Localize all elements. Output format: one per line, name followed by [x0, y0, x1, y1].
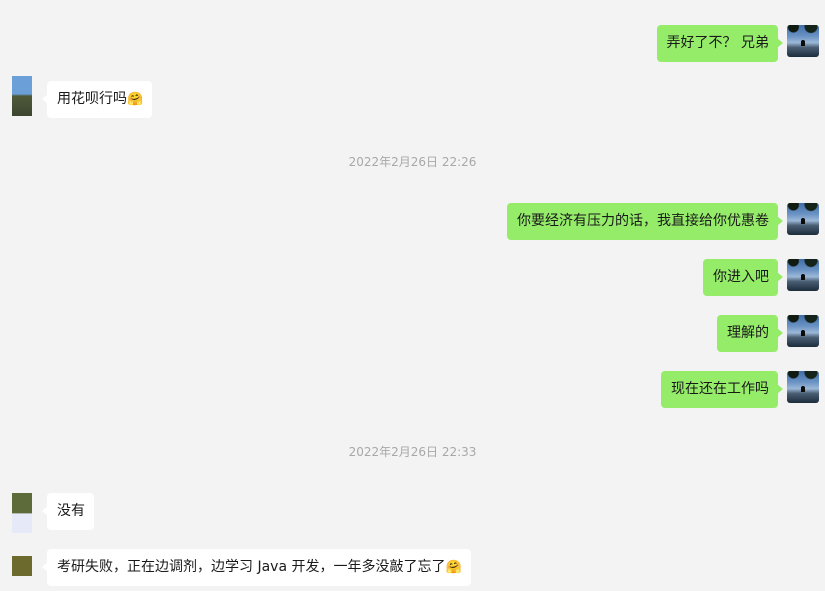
- contact-avatar[interactable]: [12, 556, 32, 576]
- message-row: 现在还在工作吗: [0, 371, 825, 408]
- message-text: 用花呗行吗: [57, 91, 127, 107]
- message-row: 你进入吧: [0, 259, 825, 296]
- facepalm-emoji-icon: 🤗: [445, 560, 462, 575]
- my-avatar[interactable]: [787, 259, 819, 291]
- facepalm-emoji-icon: 🤗: [127, 92, 144, 107]
- received-message-bubble[interactable]: 考研失败，正在边调剂，边学习 Java 开发，一年多没敲了忘了🤗: [42, 549, 471, 586]
- message-row: 用花呗行吗🤗: [0, 76, 825, 118]
- sent-message-bubble[interactable]: 理解的: [717, 315, 783, 352]
- my-avatar[interactable]: [787, 315, 819, 347]
- sent-message-bubble[interactable]: 现在还在工作吗: [661, 371, 783, 408]
- message-row: 弄好了不？ 兄弟: [0, 25, 825, 62]
- sent-message-bubble[interactable]: 你要经济有压力的话，我直接给你优惠卷: [507, 203, 783, 240]
- my-avatar[interactable]: [787, 203, 819, 235]
- message-row: 你要经济有压力的话，我直接给你优惠卷: [0, 203, 825, 240]
- sent-message-bubble[interactable]: 你进入吧: [703, 259, 783, 296]
- contact-avatar[interactable]: [12, 76, 32, 116]
- contact-avatar[interactable]: [12, 493, 32, 533]
- message-row: 考研失败，正在边调剂，边学习 Java 开发，一年多没敲了忘了🤗: [0, 549, 825, 586]
- message-text: 考研失败，正在边调剂，边学习 Java 开发，一年多没敲了忘了: [57, 559, 446, 575]
- my-avatar[interactable]: [787, 371, 819, 403]
- received-message-bubble[interactable]: 用花呗行吗🤗: [41, 81, 153, 118]
- message-row: 没有: [0, 493, 825, 533]
- timestamp: 2022年2月26日 22:33: [348, 445, 477, 459]
- my-avatar[interactable]: [787, 25, 819, 57]
- sent-message-bubble[interactable]: 弄好了不？ 兄弟: [656, 25, 784, 62]
- timestamp: 2022年2月26日 22:26: [348, 155, 477, 169]
- message-row: 理解的: [0, 315, 825, 352]
- received-message-bubble[interactable]: 没有: [42, 493, 94, 530]
